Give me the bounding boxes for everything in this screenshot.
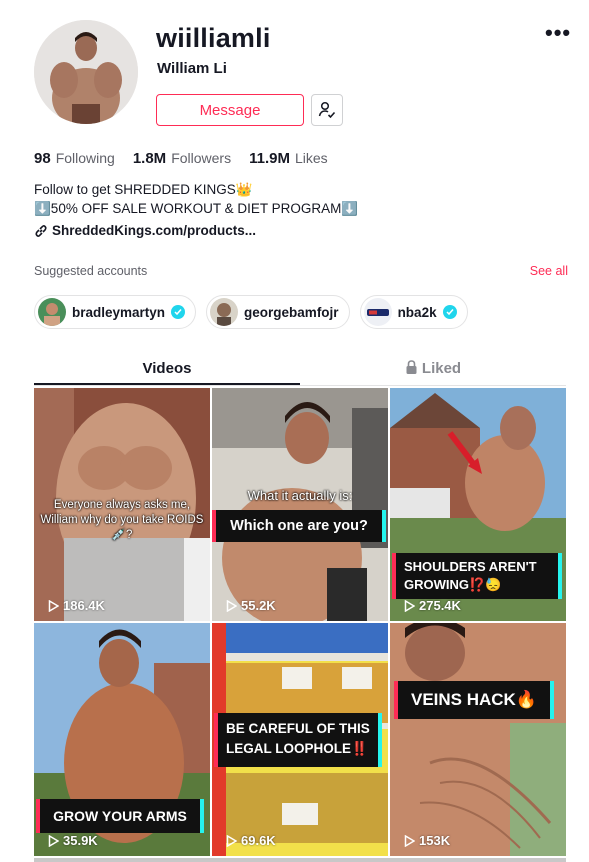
suggested-accounts-title: Suggested accounts	[34, 264, 148, 278]
more-options-icon[interactable]: •••	[545, 22, 571, 44]
play-icon	[48, 599, 59, 612]
video-thumbnail[interactable]: SHOULDERS AREN'T GROWING⁉️😓 275.4K	[390, 388, 566, 621]
see-all-link[interactable]: See all	[530, 264, 568, 278]
video-thumbnail[interactable]: What it actually is: Which one are you? …	[212, 388, 388, 621]
followers-stat[interactable]: 1.8M Followers	[133, 150, 231, 167]
avatar	[363, 298, 392, 326]
view-count: 153K	[404, 833, 450, 848]
video-thumbnail[interactable]: VEINS HACK🔥 153K	[390, 623, 566, 856]
profile-stats: 98 Following 1.8M Followers 11.9M Likes	[34, 150, 328, 167]
avatar	[210, 298, 239, 326]
avatar	[38, 298, 66, 326]
suggested-account-chip[interactable]: bradleymartyn	[34, 295, 197, 329]
active-tab-indicator	[34, 383, 300, 385]
verified-badge-icon	[171, 305, 186, 319]
suggested-account-chip[interactable]: nba2k	[359, 295, 468, 329]
play-icon	[226, 599, 237, 612]
profile-tabs: Videos Liked	[34, 352, 566, 386]
lock-icon	[406, 360, 417, 374]
follow-user-button[interactable]	[311, 94, 343, 126]
suggested-account-chip[interactable]: georgebamfojr	[206, 295, 350, 329]
following-stat[interactable]: 98 Following	[34, 150, 115, 167]
video-thumbnail[interactable]: BE CAREFUL OF THIS LEGAL LOOPHOLE‼️ 69.6…	[212, 623, 388, 856]
view-count: 69.6K	[226, 833, 276, 848]
video-caption: BE CAREFUL OF THIS LEGAL LOOPHOLE‼️	[218, 713, 378, 767]
view-count: 55.2K	[226, 598, 276, 613]
nickname: William Li	[157, 60, 227, 77]
verified-badge-icon	[442, 305, 457, 319]
video-caption: SHOULDERS AREN'T GROWING⁉️😓	[396, 553, 558, 599]
user-follow-icon	[318, 101, 336, 119]
profile-avatar[interactable]	[34, 20, 138, 124]
video-grid: Everyone always asks me, William why do …	[34, 388, 566, 856]
view-count: 275.4K	[404, 598, 461, 613]
tab-videos[interactable]: Videos	[34, 352, 300, 385]
message-button[interactable]: Message	[156, 94, 304, 126]
video-caption: Which one are you?	[216, 510, 382, 542]
video-caption: VEINS HACK🔥	[398, 681, 550, 719]
link-icon	[35, 224, 47, 237]
play-icon	[226, 834, 237, 847]
video-caption-top: What it actually is:	[247, 488, 353, 503]
likes-stat: 11.9M Likes	[249, 150, 328, 167]
video-caption: GROW YOUR ARMS	[40, 799, 200, 833]
view-count: 186.4K	[48, 598, 105, 613]
video-caption: Everyone always asks me, William why do …	[40, 499, 204, 541]
username: wiilliamli	[156, 23, 271, 53]
video-thumbnail[interactable]: Everyone always asks me, William why do …	[34, 388, 210, 621]
play-icon	[404, 599, 415, 612]
video-thumbnail[interactable]: GROW YOUR ARMS 35.9K	[34, 623, 210, 856]
tab-liked[interactable]: Liked	[300, 352, 566, 385]
play-icon	[404, 834, 415, 847]
play-icon	[48, 834, 59, 847]
view-count: 35.9K	[48, 833, 98, 848]
bio-line: Follow to get SHREDDED KINGS👑	[34, 182, 253, 197]
suggested-accounts-list: bradleymartyn georgebamfojr nba2k	[34, 295, 468, 329]
profile-bio: Follow to get SHREDDED KINGS👑 ⬇️50% OFF …	[34, 180, 358, 218]
next-row-edge	[34, 858, 566, 862]
profile-link[interactable]: ShreddedKings.com/products...	[34, 223, 256, 238]
bio-line: ⬇️50% OFF SALE WORKOUT & DIET PROGRAM⬇️	[34, 201, 359, 216]
